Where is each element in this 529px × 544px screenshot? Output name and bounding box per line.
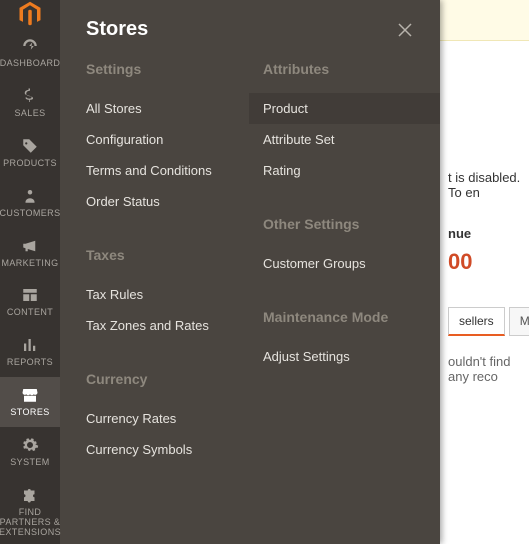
link-adjust-settings[interactable]: Adjust Settings bbox=[263, 341, 430, 372]
person-icon bbox=[21, 186, 39, 206]
nav-label: FIND PARTNERS & EXTENSIONS bbox=[0, 508, 63, 538]
notice-text-fragment: t is disabled. To en bbox=[448, 170, 521, 200]
group-heading: Other Settings bbox=[263, 216, 430, 232]
magento-logo[interactable] bbox=[0, 0, 60, 28]
nav-products[interactable]: PRODUCTS bbox=[0, 128, 60, 178]
magento-logo-icon bbox=[16, 0, 44, 28]
nav-reports[interactable]: REPORTS bbox=[0, 327, 60, 377]
nav-dashboard[interactable]: DASHBOARD bbox=[0, 28, 60, 78]
bar-chart-icon bbox=[21, 335, 39, 355]
dollar-icon bbox=[21, 86, 39, 106]
nav-label: DASHBOARD bbox=[0, 59, 62, 69]
stores-flyout: Stores Settings All Stores Configuration… bbox=[60, 0, 440, 544]
flyout-right-column: Attributes Product Attribute Set Rating … bbox=[263, 61, 440, 495]
link-product-attributes[interactable]: Product bbox=[249, 93, 440, 124]
dashboard-tabs: sellers Most bbox=[448, 307, 521, 336]
group-heading: Settings bbox=[86, 61, 253, 77]
nav-label: SALES bbox=[12, 109, 47, 119]
group-heading: Attributes bbox=[263, 61, 430, 77]
puzzle-icon bbox=[21, 485, 39, 505]
link-currency-rates[interactable]: Currency Rates bbox=[86, 403, 253, 434]
megaphone-icon bbox=[21, 236, 39, 256]
nav-partners[interactable]: FIND PARTNERS & EXTENSIONS bbox=[0, 477, 60, 544]
dashboard-icon bbox=[21, 36, 39, 56]
close-button[interactable] bbox=[394, 19, 416, 41]
link-attribute-set[interactable]: Attribute Set bbox=[263, 124, 430, 155]
link-currency-symbols[interactable]: Currency Symbols bbox=[86, 434, 253, 465]
gear-icon bbox=[21, 435, 39, 455]
tab-bestsellers-fragment[interactable]: sellers bbox=[448, 307, 505, 336]
nav-sales[interactable]: SALES bbox=[0, 78, 60, 128]
nav-label: MARKETING bbox=[0, 259, 61, 269]
nav-label: REPORTS bbox=[5, 358, 55, 368]
tab-most-fragment[interactable]: Most bbox=[509, 307, 529, 336]
flyout-title: Stores bbox=[86, 18, 148, 41]
nav-system[interactable]: SYSTEM bbox=[0, 427, 60, 477]
link-customer-groups[interactable]: Customer Groups bbox=[263, 248, 430, 279]
link-order-status[interactable]: Order Status bbox=[86, 186, 253, 217]
obscured-dashboard: t is disabled. To en nue 00 sellers Most… bbox=[440, 0, 529, 544]
link-terms[interactable]: Terms and Conditions bbox=[86, 155, 253, 186]
nav-label: CONTENT bbox=[5, 308, 55, 318]
empty-text-fragment: ouldn't find any reco bbox=[448, 354, 521, 384]
metric-value-fragment: 00 bbox=[448, 249, 521, 275]
tag-icon bbox=[21, 136, 39, 156]
nav-label: PRODUCTS bbox=[1, 159, 59, 169]
link-configuration[interactable]: Configuration bbox=[86, 124, 253, 155]
metric-label-fragment: nue bbox=[448, 226, 521, 241]
layout-icon bbox=[21, 285, 39, 305]
nav-label: STORES bbox=[8, 408, 51, 418]
link-tax-rules[interactable]: Tax Rules bbox=[86, 279, 253, 310]
nav-label: CUSTOMERS bbox=[0, 209, 62, 219]
group-heading: Maintenance Mode bbox=[263, 309, 430, 325]
nav-customers[interactable]: CUSTOMERS bbox=[0, 178, 60, 228]
nav-marketing[interactable]: MARKETING bbox=[0, 228, 60, 278]
group-heading: Taxes bbox=[86, 247, 253, 263]
admin-nav-rail: DASHBOARD SALES PRODUCTS CUSTOMERS MARKE bbox=[0, 0, 60, 544]
nav-label: SYSTEM bbox=[8, 458, 51, 468]
link-rating[interactable]: Rating bbox=[263, 155, 430, 186]
group-heading: Currency bbox=[86, 371, 253, 387]
store-icon bbox=[21, 385, 39, 405]
nav-stores[interactable]: STORES bbox=[0, 377, 60, 427]
nav-content[interactable]: CONTENT bbox=[0, 277, 60, 327]
flyout-left-column: Settings All Stores Configuration Terms … bbox=[86, 61, 263, 495]
close-icon bbox=[397, 22, 413, 38]
link-tax-zones[interactable]: Tax Zones and Rates bbox=[86, 310, 253, 341]
link-all-stores[interactable]: All Stores bbox=[86, 93, 253, 124]
